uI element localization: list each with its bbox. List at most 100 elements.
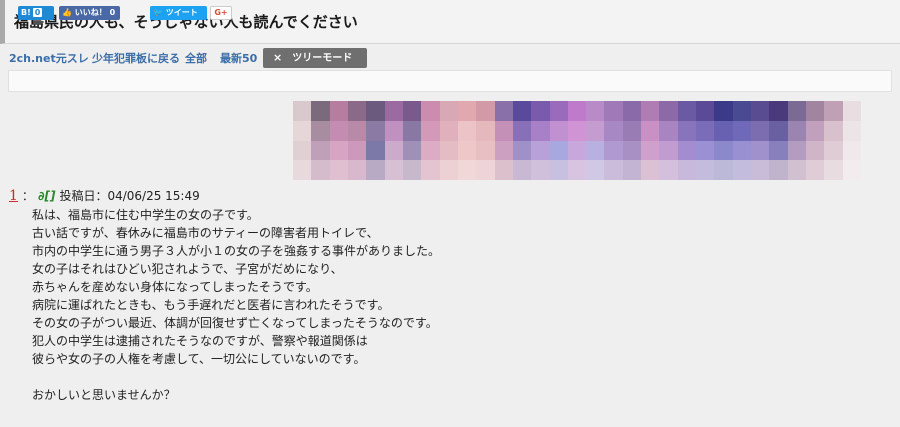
mosaic-tile xyxy=(421,140,440,161)
mosaic-tile xyxy=(366,140,385,161)
mosaic-tile xyxy=(567,140,587,161)
mosaic-tile xyxy=(622,140,642,161)
tweet-button[interactable]: 🐦 ツイート xyxy=(150,6,207,20)
post-colon: ： xyxy=(21,189,34,203)
mosaic-tile xyxy=(659,140,678,161)
mosaic-tile xyxy=(402,140,422,161)
mosaic-tile xyxy=(677,140,697,161)
google-plus-button[interactable]: G+ xyxy=(210,6,232,20)
mosaic-tile xyxy=(293,160,312,180)
mosaic-tile xyxy=(494,140,513,161)
mosaic-tile xyxy=(347,101,367,121)
post-line: おかしいと思いませんか？ xyxy=(32,388,176,402)
mosaic-tile xyxy=(842,120,861,141)
mosaic-tile xyxy=(842,140,861,161)
mosaic-tile xyxy=(476,140,495,161)
mosaic-tile xyxy=(567,120,587,141)
facebook-like-label: いいね！ xyxy=(74,8,107,17)
mosaic-tile xyxy=(531,140,550,161)
link-original-thread[interactable]: 2ch.net元スレ xyxy=(9,50,89,66)
mosaic-tile xyxy=(293,101,312,121)
mosaic-tile xyxy=(586,120,605,141)
mosaic-tile xyxy=(476,160,495,180)
post-line xyxy=(32,368,440,386)
mosaic-tile xyxy=(567,160,587,180)
mosaic-tile xyxy=(476,120,495,141)
link-show-all[interactable]: 全部 xyxy=(185,50,207,66)
mosaic-tile xyxy=(457,140,477,161)
thread-title-bar: 福島県民の人も、そうじゃない人も読んでください xyxy=(0,0,900,44)
mosaic-tile xyxy=(714,140,733,161)
mosaic-tile xyxy=(329,160,348,180)
post-number-link[interactable]: 1 xyxy=(9,188,18,204)
mosaic-tile xyxy=(402,101,422,121)
mosaic-tile xyxy=(311,160,330,180)
mosaic-tile xyxy=(457,120,477,141)
mosaic-tile xyxy=(787,160,807,180)
hatena-count: 0 xyxy=(32,8,43,17)
mosaic-tile xyxy=(787,120,807,141)
tweet-label: ツイート xyxy=(165,8,198,17)
hatena-bookmark-button[interactable]: B! 0 xyxy=(18,6,54,20)
mosaic-tile xyxy=(641,101,660,121)
mosaic-tile xyxy=(824,101,843,121)
link-latest-50[interactable]: 最新50 xyxy=(220,50,257,66)
mosaic-tile xyxy=(512,101,532,121)
mosaic-tile xyxy=(604,101,623,121)
mosaic-tile xyxy=(531,101,550,121)
mosaic-tile xyxy=(842,101,861,121)
post-author-name: ∂[] xyxy=(37,189,56,203)
mosaic-tile xyxy=(641,140,660,161)
mosaic-tile xyxy=(659,101,678,121)
social-share-bar xyxy=(8,70,892,92)
mosaic-tile xyxy=(641,120,660,141)
mosaic-tile xyxy=(806,140,825,161)
mosaic-tile xyxy=(293,140,312,161)
mosaic-tile xyxy=(696,120,715,141)
mosaic-tile xyxy=(769,120,788,141)
mosaic-tile xyxy=(751,160,770,180)
link-back-to-board[interactable]: 少年犯罪板に戻る xyxy=(92,50,180,66)
mosaic-tile xyxy=(494,120,513,141)
mosaic-tile xyxy=(549,140,568,161)
tree-mode-button[interactable]: × ツリーモード xyxy=(263,48,367,68)
mosaic-tile xyxy=(457,160,477,180)
mosaic-tile xyxy=(329,140,348,161)
mosaic-tile xyxy=(604,120,623,141)
mosaic-tile xyxy=(439,101,458,121)
twitter-bird-icon: 🐦 xyxy=(153,8,163,17)
post-body: 私は、福島市に住む中学生の女の子です。 古い話ですが、春休みに福島市のサティーの… xyxy=(32,206,440,404)
mosaic-tile xyxy=(531,120,550,141)
mosaic-tile xyxy=(494,160,513,180)
mosaic-tile xyxy=(751,140,770,161)
mosaic-tile xyxy=(586,101,605,121)
mosaic-tile xyxy=(769,140,788,161)
mosaic-tile xyxy=(659,160,678,180)
mosaic-tile xyxy=(311,120,330,141)
facebook-like-count: 0 xyxy=(109,8,116,17)
mosaic-tile xyxy=(732,160,752,180)
mosaic-tile xyxy=(622,101,642,121)
mosaic-tile xyxy=(732,120,752,141)
mosaic-tile xyxy=(384,101,403,121)
facebook-like-button[interactable]: 👍 いいね！ 0 xyxy=(59,6,120,20)
mosaic-tile xyxy=(622,160,642,180)
post-line: 彼らや女の子の人権を考慮して、一切公にしていないのです。 xyxy=(32,352,366,366)
mosaic-tile xyxy=(732,101,752,121)
mosaic-tile xyxy=(402,120,422,141)
mosaic-tile xyxy=(421,160,440,180)
mosaic-tile xyxy=(384,160,403,180)
mosaic-tile xyxy=(787,101,807,121)
mosaic-tile xyxy=(347,160,367,180)
mosaic-tile xyxy=(347,140,367,161)
mosaic-tile xyxy=(604,160,623,180)
mosaic-tile xyxy=(384,120,403,141)
mosaic-tile xyxy=(512,120,532,141)
mosaic-ad-image[interactable] xyxy=(293,101,861,180)
mosaic-tile xyxy=(366,101,385,121)
mosaic-tile xyxy=(512,160,532,180)
mosaic-tile xyxy=(677,160,697,180)
mosaic-tile xyxy=(677,101,697,121)
mosaic-tile xyxy=(311,140,330,161)
post-line: 女の子はそれはひどい犯されようで、子宮がだめになり、 xyxy=(32,262,343,276)
